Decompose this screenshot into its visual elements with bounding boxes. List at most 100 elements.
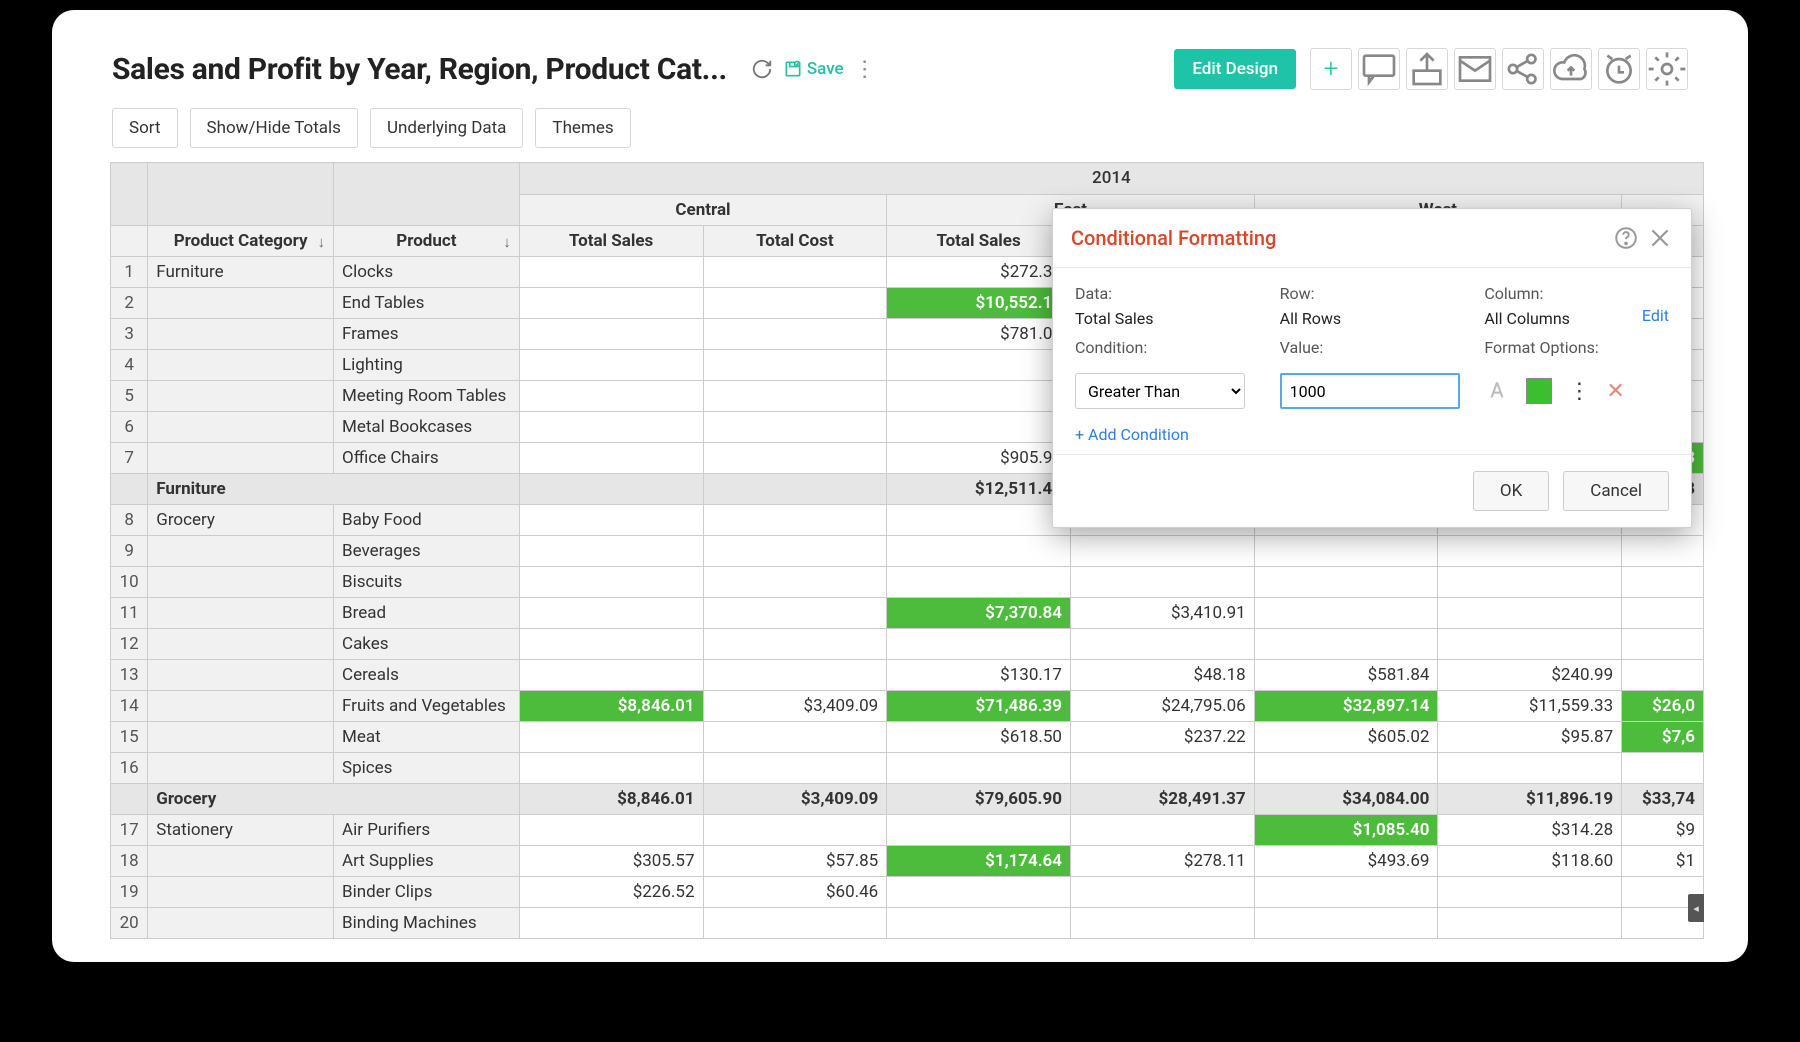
cell-value[interactable] bbox=[887, 752, 1071, 783]
cell-product[interactable]: Biscuits bbox=[334, 566, 520, 597]
cell-value[interactable]: $32,897.14 bbox=[1254, 690, 1438, 721]
cell-category[interactable]: Furniture bbox=[148, 256, 334, 287]
cell-value[interactable] bbox=[703, 659, 887, 690]
cell-product[interactable]: Fruits and Vegetables bbox=[334, 690, 520, 721]
cell-category[interactable] bbox=[148, 659, 334, 690]
cell-value[interactable] bbox=[703, 349, 887, 380]
cell-value[interactable]: $118.60 bbox=[1438, 845, 1622, 876]
cell-value[interactable] bbox=[1622, 535, 1704, 566]
condition-select[interactable]: Greater Than bbox=[1075, 373, 1245, 409]
cell-value[interactable] bbox=[1070, 907, 1254, 938]
cell-value[interactable]: $7,6 bbox=[1622, 721, 1704, 752]
cell-value[interactable]: $71,486.39 bbox=[887, 690, 1071, 721]
cell-product[interactable]: Air Purifiers bbox=[334, 814, 520, 845]
cell-value[interactable]: $1 bbox=[1622, 845, 1704, 876]
cell-value[interactable] bbox=[1438, 628, 1622, 659]
refresh-icon[interactable] bbox=[751, 58, 773, 80]
cell-value[interactable] bbox=[1438, 876, 1622, 907]
more-format-icon[interactable]: ⋮ bbox=[1568, 379, 1590, 404]
ok-button[interactable]: OK bbox=[1473, 471, 1549, 511]
show-hide-totals-button[interactable]: Show/Hide Totals bbox=[190, 108, 358, 148]
cell-product[interactable]: Baby Food bbox=[334, 504, 520, 535]
cell-value[interactable]: $26,0 bbox=[1622, 690, 1704, 721]
themes-button[interactable]: Themes bbox=[535, 108, 630, 148]
cell-product[interactable]: Binder Clips bbox=[334, 876, 520, 907]
cell-value[interactable]: $95.87 bbox=[1438, 721, 1622, 752]
col-total-sales[interactable]: Total Sales bbox=[519, 225, 703, 256]
cell-value[interactable] bbox=[887, 907, 1071, 938]
cell-value[interactable] bbox=[1254, 907, 1438, 938]
cell-value[interactable] bbox=[887, 814, 1071, 845]
help-icon[interactable] bbox=[1613, 225, 1639, 251]
cell-value[interactable] bbox=[519, 411, 703, 442]
cell-value[interactable] bbox=[703, 287, 887, 318]
cell-value[interactable] bbox=[887, 628, 1071, 659]
cell-value[interactable]: $3,409.09 bbox=[703, 690, 887, 721]
cell-value[interactable] bbox=[1622, 628, 1704, 659]
cell-product[interactable]: Binding Machines bbox=[334, 907, 520, 938]
more-icon[interactable]: ⋮ bbox=[854, 58, 876, 80]
cell-product[interactable]: Frames bbox=[334, 318, 520, 349]
cell-value[interactable] bbox=[519, 442, 703, 473]
cell-value[interactable]: $48.18 bbox=[1070, 659, 1254, 690]
cell-value[interactable] bbox=[887, 380, 1071, 411]
cell-value[interactable] bbox=[703, 721, 887, 752]
cell-value[interactable] bbox=[887, 566, 1071, 597]
cell-value[interactable] bbox=[887, 535, 1071, 566]
cell-category[interactable] bbox=[148, 566, 334, 597]
cell-value[interactable] bbox=[1254, 752, 1438, 783]
cell-category[interactable] bbox=[148, 721, 334, 752]
cell-product[interactable]: Beverages bbox=[334, 535, 520, 566]
edit-link[interactable]: Edit bbox=[1642, 306, 1669, 325]
cell-value[interactable] bbox=[887, 411, 1071, 442]
cell-value[interactable]: $237.22 bbox=[1070, 721, 1254, 752]
cell-value[interactable] bbox=[703, 442, 887, 473]
cell-value[interactable]: $314.28 bbox=[1438, 814, 1622, 845]
cell-value[interactable] bbox=[1438, 535, 1622, 566]
cell-value[interactable] bbox=[1438, 597, 1622, 628]
cell-value[interactable]: $305.57 bbox=[519, 845, 703, 876]
cell-value[interactable] bbox=[519, 907, 703, 938]
col-product-category[interactable]: Product Category↓ bbox=[148, 225, 334, 256]
cell-value[interactable] bbox=[1070, 814, 1254, 845]
cell-value[interactable] bbox=[1622, 566, 1704, 597]
value-input[interactable] bbox=[1280, 373, 1460, 409]
cell-category[interactable]: Grocery bbox=[148, 504, 334, 535]
cell-value[interactable] bbox=[1254, 876, 1438, 907]
color-swatch[interactable] bbox=[1526, 378, 1552, 404]
cell-value[interactable] bbox=[703, 380, 887, 411]
sort-button[interactable]: Sort bbox=[112, 108, 178, 148]
cell-value[interactable] bbox=[519, 504, 703, 535]
alarm-icon[interactable] bbox=[1598, 48, 1640, 90]
cell-value[interactable]: $226.52 bbox=[519, 876, 703, 907]
cell-value[interactable]: $240.99 bbox=[1438, 659, 1622, 690]
cell-value[interactable] bbox=[1070, 628, 1254, 659]
share-icon[interactable] bbox=[1502, 48, 1544, 90]
cell-value[interactable] bbox=[703, 411, 887, 442]
cell-value[interactable]: $278.11 bbox=[1070, 845, 1254, 876]
cell-value[interactable]: $581.84 bbox=[1254, 659, 1438, 690]
save-button[interactable]: Save bbox=[783, 59, 844, 79]
cell-value[interactable]: $57.85 bbox=[703, 845, 887, 876]
cell-value[interactable] bbox=[519, 349, 703, 380]
cell-product[interactable]: End Tables bbox=[334, 287, 520, 318]
cell-value[interactable]: $9 bbox=[1622, 814, 1704, 845]
cell-value[interactable] bbox=[703, 566, 887, 597]
cell-value[interactable] bbox=[1254, 597, 1438, 628]
cell-value[interactable] bbox=[1622, 752, 1704, 783]
cell-value[interactable] bbox=[519, 380, 703, 411]
cell-value[interactable]: $24,795.06 bbox=[1070, 690, 1254, 721]
cell-value[interactable] bbox=[519, 721, 703, 752]
cell-value[interactable] bbox=[519, 566, 703, 597]
cell-category[interactable] bbox=[148, 411, 334, 442]
cell-value[interactable] bbox=[1070, 566, 1254, 597]
close-icon[interactable] bbox=[1647, 225, 1673, 251]
add-condition-link[interactable]: + Add Condition bbox=[1075, 425, 1189, 444]
cell-category[interactable] bbox=[148, 752, 334, 783]
cell-value[interactable] bbox=[1070, 876, 1254, 907]
col-total-cost[interactable]: Total Cost bbox=[703, 225, 887, 256]
cell-value[interactable] bbox=[887, 876, 1071, 907]
cell-category[interactable] bbox=[148, 380, 334, 411]
cell-category[interactable] bbox=[148, 845, 334, 876]
font-format-icon[interactable] bbox=[1484, 378, 1510, 404]
